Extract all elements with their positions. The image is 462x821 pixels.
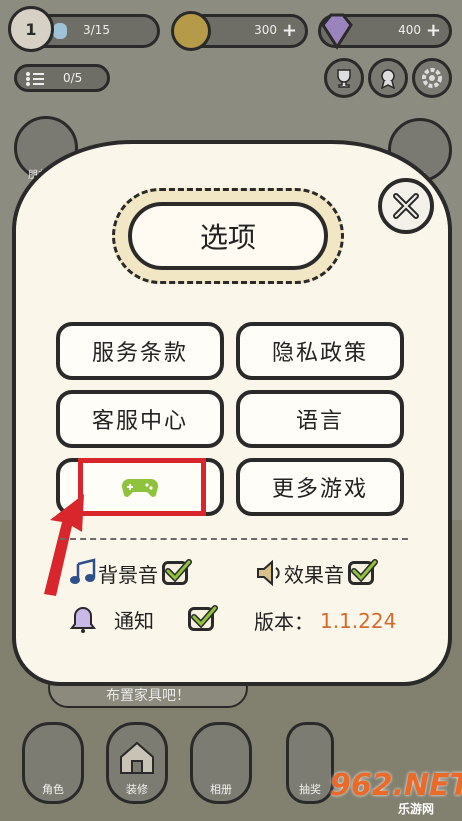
privacy-button[interactable]: 隐私政策 (236, 322, 404, 380)
task-progress-text: 0/5 (63, 71, 83, 85)
nav-album-label: 相册 (210, 783, 232, 796)
coin-counter[interactable]: 300 + (171, 11, 308, 51)
watermark-sub: 乐游网 (398, 802, 435, 816)
gem-counter[interactable]: 400 + (318, 13, 452, 50)
nav-character[interactable]: 角色 (22, 722, 84, 804)
trophy-icon (337, 69, 351, 88)
speaker-icon (257, 559, 280, 587)
music-note-icon (70, 558, 96, 584)
nav-gacha-label: 抽奖 (299, 783, 321, 796)
medal-icon (380, 69, 396, 89)
settings-button[interactable] (412, 58, 452, 98)
house-icon (120, 741, 154, 774)
checkmark-icon (191, 605, 218, 629)
gem-add-button[interactable]: + (426, 20, 441, 41)
checkmark-icon (351, 559, 378, 583)
achievement-button[interactable] (368, 58, 408, 98)
dialog-title-text: 选项 (199, 221, 256, 254)
sfx-label: 效果音 (284, 562, 344, 587)
nav-album[interactable]: 相册 (190, 722, 252, 804)
task-counter[interactable]: 0/5 (14, 64, 110, 92)
version-value: 1.1.224 (320, 608, 397, 633)
nav-gacha[interactable]: 抽奖 (286, 722, 334, 804)
highlight-box (78, 458, 206, 516)
terms-label: 服务条款 (91, 341, 188, 366)
close-icon (393, 193, 419, 219)
terms-button[interactable]: 服务条款 (56, 322, 224, 380)
sfx-checkbox[interactable] (348, 559, 378, 585)
list-icon (26, 72, 44, 86)
notify-label: 通知 (114, 608, 154, 633)
bell-icon (70, 606, 96, 633)
gear-icon (422, 68, 442, 88)
nav-decorate-label: 装修 (126, 783, 148, 796)
coin-add-button[interactable]: + (282, 20, 297, 41)
privacy-label: 隐私政策 (271, 341, 368, 366)
nav-decorate[interactable]: 装修 (106, 722, 168, 804)
sfx-setting[interactable]: 效果音 (254, 558, 378, 588)
level-badge[interactable]: 1 (8, 6, 54, 52)
more-games-label: 更多游戏 (271, 477, 368, 502)
language-button[interactable]: 语言 (236, 390, 404, 448)
level-progress-text: 3/15 (83, 23, 110, 37)
dialog-title: 选项 (128, 202, 328, 270)
more-games-button[interactable]: 更多游戏 (236, 458, 404, 516)
support-label: 客服中心 (91, 409, 188, 434)
coin-icon (171, 11, 211, 51)
language-label: 语言 (295, 409, 344, 434)
hint-text: 布置家具吧！ (106, 688, 190, 704)
coin-value: 300 (254, 23, 277, 37)
level-number: 1 (25, 19, 37, 39)
notify-checkbox[interactable] (188, 605, 218, 631)
notify-setting[interactable]: 通知 (68, 604, 218, 634)
checkmark-icon (165, 559, 192, 583)
bgm-label: 背景音 (98, 562, 158, 587)
nav-character-label: 角色 (42, 783, 64, 796)
version-info: 版本： 1.1.224 (254, 606, 396, 635)
close-button[interactable] (378, 178, 434, 234)
gem-icon (321, 13, 353, 50)
level-progress-fill (53, 23, 67, 39)
gem-value: 400 (398, 23, 421, 37)
support-button[interactable]: 客服中心 (56, 390, 224, 448)
bgm-setting[interactable]: 背景音 (68, 558, 192, 588)
bgm-checkbox[interactable] (162, 559, 192, 585)
divider (60, 538, 408, 540)
version-label: 版本： (254, 610, 314, 634)
trophy-button[interactable] (324, 58, 364, 98)
watermark-brand: 962.NET (330, 768, 462, 803)
